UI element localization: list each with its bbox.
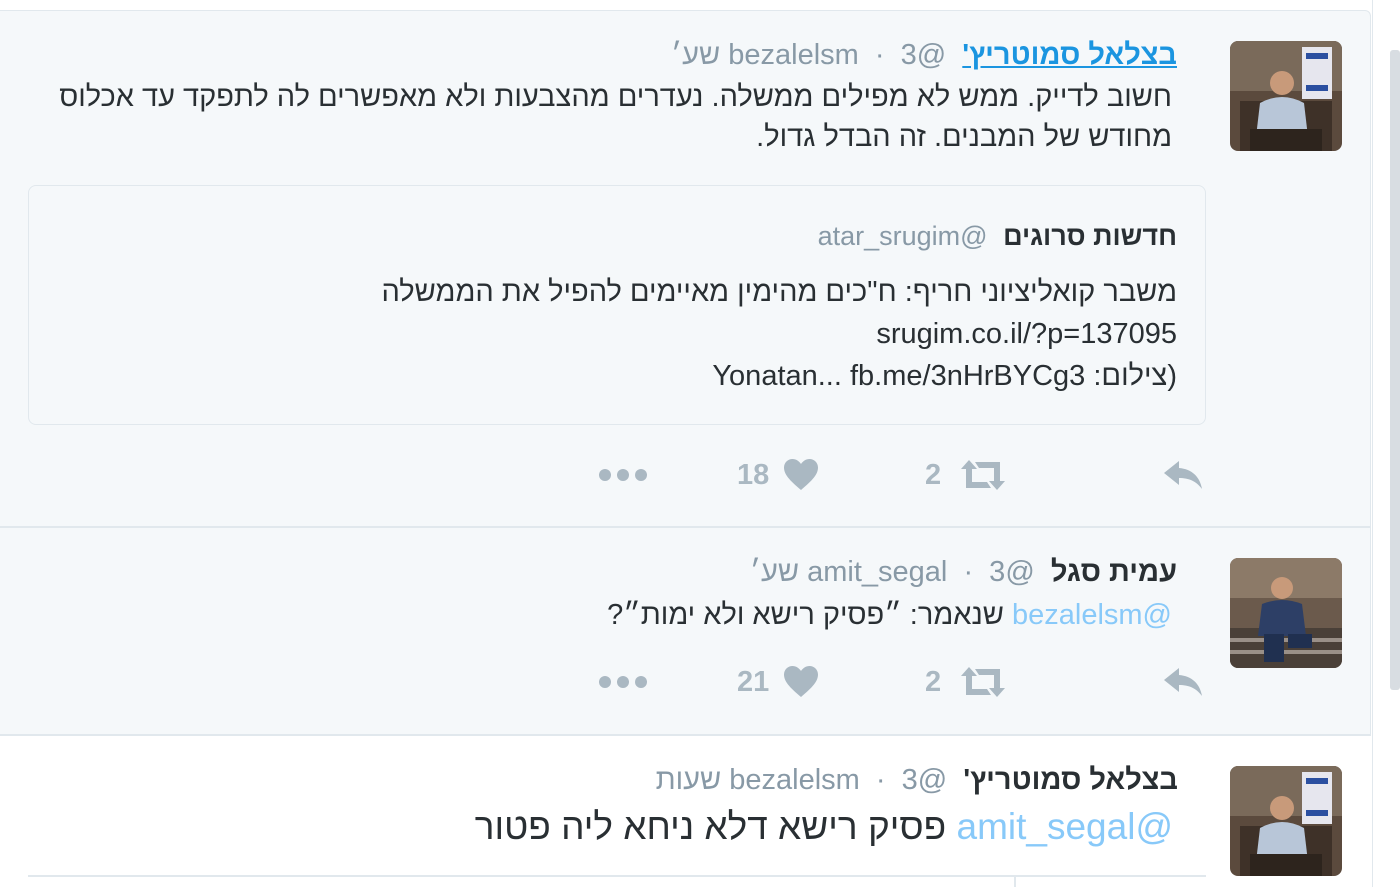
- tweet-text: @bezalelsm שנאמר: ״פסיק רישא ולא ימות״?: [607, 595, 1172, 635]
- avatar-photo-icon: [1230, 558, 1342, 668]
- reply-button[interactable]: [1160, 660, 1206, 704]
- scrollbar[interactable]: [1390, 50, 1400, 690]
- more-button[interactable]: [598, 453, 648, 497]
- separator: ·: [963, 556, 974, 588]
- reply-button[interactable]: [1160, 453, 1206, 497]
- tweet-header: בצלאל סמוטריץ' @bezalelsm · 3 שעות: [656, 762, 1178, 798]
- mention-link[interactable]: @amit_segal: [957, 806, 1174, 847]
- like-button[interactable]: 21: [737, 660, 819, 704]
- quoted-tweet[interactable]: חדשות סרוגים @atar_srugim משבר קואליציונ…: [28, 185, 1206, 425]
- tweet-text-body: שנאמר: ״פסיק רישא ולא ימות״?: [607, 599, 1004, 631]
- avatar[interactable]: [1230, 766, 1342, 876]
- reply-icon: [1164, 461, 1202, 489]
- tweet-card[interactable]: בצלאל סמוטריץ' @bezalelsm · 3 שעות @amit…: [0, 736, 1371, 887]
- retweet-count: 2: [925, 458, 942, 491]
- timeline: בצלאל סמוטריץ' @bezalelsm · 3 שע׳ חשוב ל…: [0, 0, 1400, 887]
- like-button[interactable]: 18: [737, 453, 819, 497]
- tweet-header: עמית סגל @amit_segal · 3 שע׳: [750, 554, 1177, 590]
- tweet-card[interactable]: בצלאל סמוטריץ' @bezalelsm · 3 שע׳ חשוב ל…: [0, 10, 1371, 528]
- embedded-card-divider: [1014, 875, 1016, 887]
- like-count: 18: [737, 458, 770, 491]
- reply-icon: [1164, 668, 1202, 696]
- tweet-actions: 2 21: [0, 660, 1371, 704]
- author-name[interactable]: בצלאל סמוטריץ': [962, 39, 1177, 71]
- author-name[interactable]: עמית סגל: [1051, 556, 1177, 588]
- separator: ·: [874, 39, 885, 71]
- mention-link[interactable]: @bezalelsm: [1012, 599, 1172, 631]
- tweet-text-line: מחודש של המבנים. זה הבדל גדול.: [756, 121, 1172, 153]
- author-name[interactable]: בצלאל סמוטריץ': [963, 764, 1178, 796]
- quoted-tweet-link[interactable]: srugim.co.il/?p=137095: [876, 314, 1177, 354]
- separator: ·: [875, 764, 886, 796]
- quoted-author-handle: @atar_srugim: [817, 221, 988, 251]
- avatar-photo-icon: [1230, 766, 1342, 876]
- retweet-count: 2: [925, 665, 942, 698]
- more-dots-icon: [599, 469, 647, 481]
- like-count: 21: [737, 665, 770, 698]
- heart-icon: [784, 459, 819, 490]
- tweet-text-body: פסיק רישא דלא ניחא ליה פטור: [474, 806, 947, 847]
- more-button[interactable]: [598, 660, 648, 704]
- avatar[interactable]: [1230, 41, 1342, 151]
- embedded-card-top-border: [28, 875, 1206, 877]
- tweet-actions: 2 18: [0, 453, 1371, 497]
- avatar-photo-icon: [1230, 41, 1342, 151]
- tweet-header: בצלאל סמוטריץ' @bezalelsm · 3 שע׳: [671, 37, 1177, 73]
- quoted-tweet-text: (צילום: Yonatan... fb.me/3nHrBYCg3: [712, 360, 1177, 392]
- retweet-icon: [961, 667, 1006, 697]
- tweet-card[interactable]: עמית סגל @amit_segal · 3 שע׳ @bezalelsm …: [0, 528, 1371, 736]
- quoted-tweet-text: משבר קואליציוני חריף: ח"כים מהימין מאיימ…: [381, 276, 1177, 308]
- quoted-author-name: חדשות סרוגים: [1003, 221, 1177, 251]
- more-dots-icon: [599, 676, 647, 688]
- retweet-button[interactable]: 2: [925, 660, 1009, 704]
- tweet-text-line: חשוב לדייק. ממש לא מפילים ממשלה. נעדרים …: [59, 81, 1172, 113]
- avatar[interactable]: [1230, 558, 1342, 668]
- heart-icon: [784, 666, 819, 697]
- retweet-button[interactable]: 2: [925, 453, 1009, 497]
- quoted-tweet-header: חדשות סרוגים @atar_srugim: [818, 218, 1177, 254]
- tweet-text: חשוב לדייק. ממש לא מפילים ממשלה. נעדרים …: [59, 77, 1172, 157]
- tweet-text: @amit_segal פסיק רישא דלא ניחא ליה פטור: [475, 804, 1173, 850]
- retweet-icon: [961, 460, 1006, 490]
